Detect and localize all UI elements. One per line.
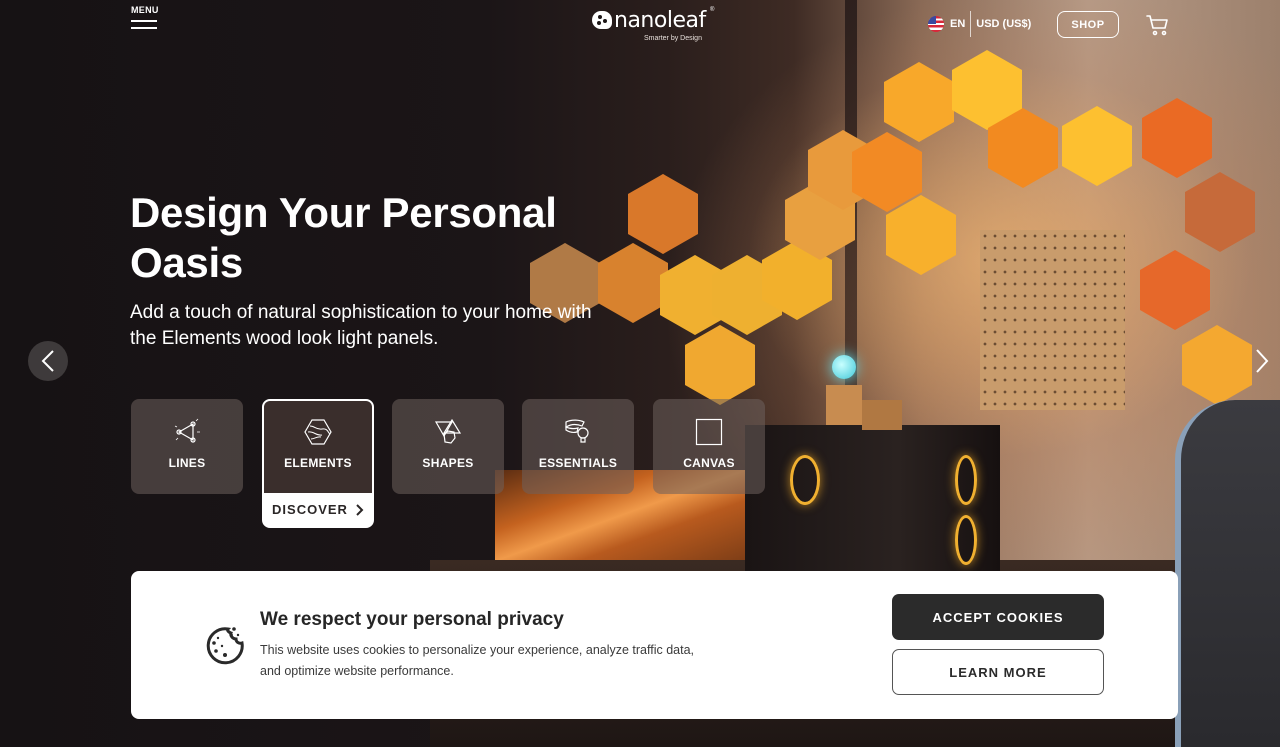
hamburger-icon (131, 20, 157, 22)
carousel-next-button[interactable] (1250, 345, 1274, 377)
hero-title: Design Your Personal Oasis (130, 189, 557, 286)
plant-pot (862, 400, 902, 430)
chevron-left-icon (41, 350, 54, 372)
hex-panel (685, 325, 755, 405)
registered-mark: ® (710, 7, 715, 13)
menu-label: MENU (131, 5, 159, 15)
learn-more-button[interactable]: LEARN MORE (892, 649, 1104, 695)
square-icon (695, 418, 723, 446)
hero-subtitle: Add a touch of natural sophistication to… (130, 302, 592, 349)
tile-label: ESSENTIALS (538, 456, 618, 470)
hex-panel (1185, 172, 1255, 252)
site-header: MENU nanoleaf ® Smarter by Design EN USD… (0, 0, 1280, 50)
shapes-icon (434, 418, 462, 444)
cookie-icon (206, 627, 244, 665)
shopping-cart-icon (1146, 15, 1168, 36)
hex-panel (1140, 250, 1210, 330)
tile-label: SHAPES (422, 456, 474, 470)
tile-canvas[interactable]: CANVAS (653, 399, 765, 494)
lamp-base (826, 385, 862, 425)
wood-hexagon-icon (304, 419, 332, 445)
pegboard (980, 230, 1125, 410)
language-code: EN (950, 18, 966, 30)
hex-panel (886, 195, 956, 275)
locale-selector[interactable]: EN USD (US$) (928, 11, 1032, 37)
pc-fan (790, 455, 820, 505)
chevron-right-icon (1256, 349, 1269, 373)
tile-elements-top: ELEMENTS (264, 401, 372, 493)
us-flag-icon (928, 16, 944, 32)
shop-button[interactable]: SHOP (1057, 11, 1119, 38)
tile-label: LINES (168, 456, 206, 470)
logo-wordmark: nanoleaf (614, 8, 706, 33)
smart-bulb (832, 355, 856, 379)
menu-button[interactable]: MENU (131, 5, 161, 35)
divider (970, 11, 972, 37)
tile-label: ELEMENTS (284, 456, 352, 470)
pc-fan (955, 455, 977, 505)
nanoleaf-logo[interactable]: nanoleaf ® Smarter by Design (592, 7, 722, 44)
cart-button[interactable] (1146, 13, 1170, 37)
pc-case (745, 425, 1000, 575)
hex-panel (1182, 325, 1252, 405)
lightstrip-bulb-icon (565, 419, 589, 443)
accept-cookies-button[interactable]: ACCEPT COOKIES (892, 594, 1104, 640)
lines-triangle-icon (174, 418, 200, 443)
hamburger-icon (131, 27, 157, 29)
tile-essentials[interactable]: ESSENTIALS (522, 399, 634, 494)
currency-label: USD (US$) (976, 18, 1032, 30)
pc-fan (955, 515, 977, 565)
chevron-right-icon (356, 503, 364, 516)
logo-tagline: Smarter by Design (644, 35, 702, 42)
discover-link[interactable]: DISCOVER (272, 493, 364, 526)
hex-panel (1062, 106, 1132, 186)
tile-elements[interactable]: ELEMENTS DISCOVER (262, 399, 374, 528)
cookie-consent-banner: We respect your personal privacy This we… (131, 571, 1178, 719)
tile-lines[interactable]: LINES (131, 399, 243, 494)
discover-label: DISCOVER (272, 502, 348, 517)
hex-panel (1142, 98, 1212, 178)
carousel-prev-button[interactable] (28, 341, 68, 381)
gaming-chair (1175, 400, 1280, 747)
cookie-description: This website uses cookies to personalize… (260, 643, 695, 678)
tile-label: CANVAS (683, 456, 735, 470)
hex-panel (884, 62, 954, 142)
nanoleaf-logo-icon (592, 11, 612, 29)
cookie-title: We respect your personal privacy (260, 609, 564, 630)
hex-panel (628, 174, 698, 254)
tile-shapes[interactable]: SHAPES (392, 399, 504, 494)
